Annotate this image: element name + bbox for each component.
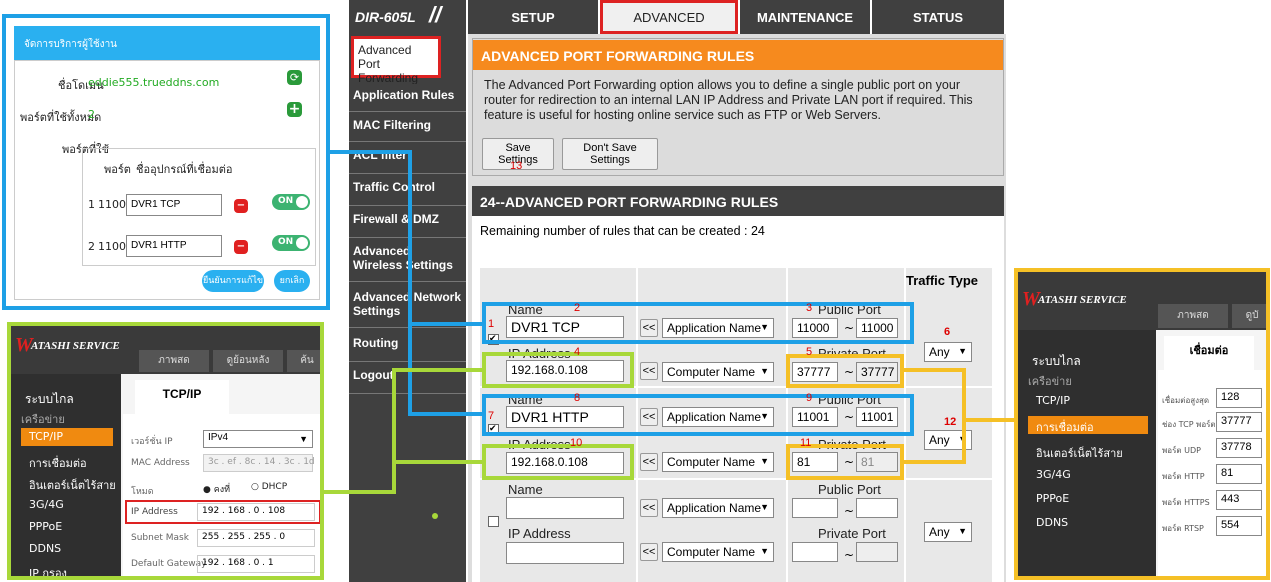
- annotation-1: 1: [488, 318, 495, 330]
- blue-highlight-rule1: [482, 302, 914, 344]
- green-dot: [432, 513, 438, 519]
- green-highlight-rule2-ip: [482, 444, 634, 480]
- green-connector: [324, 368, 484, 494]
- orange-highlight-rule2-private: [786, 444, 904, 480]
- annotation-7: 7: [488, 410, 495, 422]
- green-highlight-rule1-ip: [482, 352, 634, 388]
- annotation-2: 2: [574, 302, 581, 314]
- annotation-13: 13: [510, 160, 523, 172]
- annotation-3: 3: [806, 302, 813, 314]
- annotation-6: 6: [944, 326, 951, 338]
- annotation-9: 9: [806, 392, 813, 404]
- annotation-10: 10: [570, 437, 583, 449]
- annotation-5: 5: [806, 346, 813, 358]
- orange-highlight-rule1-private: [786, 354, 904, 388]
- connector-overlay: [324, 150, 1014, 519]
- annotation-11: 11: [800, 437, 812, 449]
- annotation-12: 12: [944, 416, 957, 428]
- blue-highlight-rule2: [482, 394, 914, 436]
- blue-connector-1: [330, 150, 484, 326]
- annotation-8: 8: [574, 392, 581, 404]
- annotation-4: 4: [574, 346, 581, 358]
